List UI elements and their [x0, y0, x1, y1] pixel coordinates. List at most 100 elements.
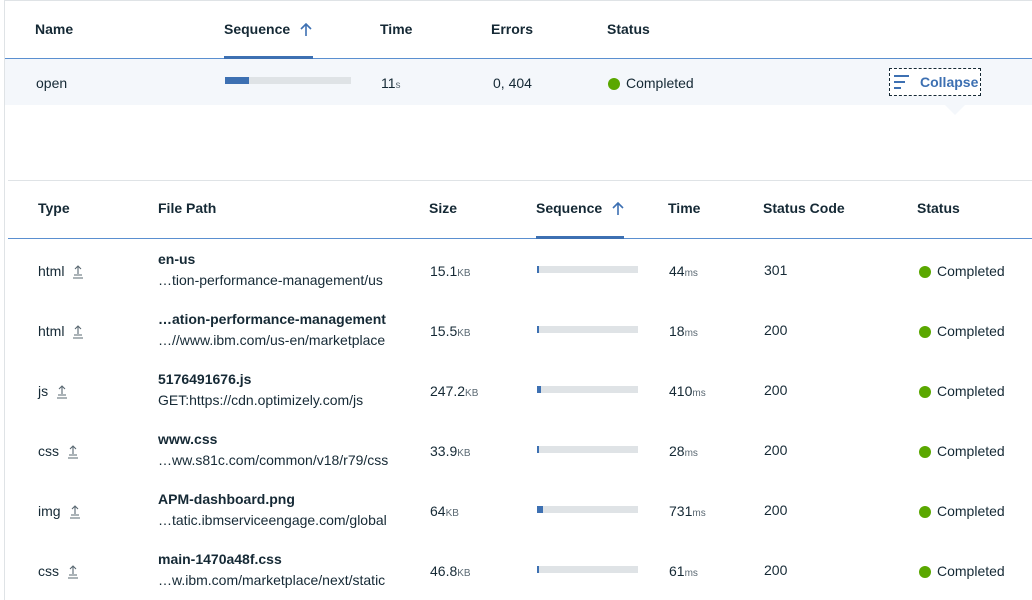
- status-dot: [919, 506, 931, 519]
- row-time: 11s: [381, 75, 401, 91]
- type-label: js: [38, 383, 49, 399]
- expanded-caret: [945, 105, 965, 115]
- column-header-sequence[interactable]: Sequence: [224, 1, 313, 59]
- column-header-status-code[interactable]: Status Code: [763, 200, 845, 216]
- status-cell: Completed: [919, 323, 1005, 339]
- status-code-cell: 200: [764, 382, 788, 398]
- status-dot: [608, 78, 620, 91]
- column-header-sequence-label: Sequence: [224, 21, 291, 37]
- resource-table-header: Type File Path Size Sequence Time Status…: [8, 181, 1032, 239]
- top-table-header: Name Sequence Time Errors Status: [5, 1, 1032, 59]
- sequence-bar-fill: [225, 77, 249, 84]
- column-header-time[interactable]: Time: [380, 21, 412, 37]
- table-row[interactable]: css www.css …ww.s81c.com/common/v18/r79/…: [8, 419, 1032, 479]
- sequence-bar: [537, 386, 638, 393]
- column-header-type[interactable]: Type: [38, 200, 70, 216]
- collapse-lines-icon: [894, 75, 909, 89]
- status-dot: [919, 266, 931, 279]
- file-path-name[interactable]: en-us: [158, 251, 195, 267]
- column-header-sequence-inner-label: Sequence: [536, 200, 603, 216]
- file-path-name[interactable]: APM-dashboard.png: [158, 491, 295, 507]
- results-panel: Name Sequence Time Errors Status open 11…: [4, 0, 1032, 600]
- collapse-button-label: Collapse: [920, 74, 979, 90]
- upload-icon[interactable]: [67, 445, 79, 459]
- time-cell: 44ms: [669, 263, 698, 279]
- table-row[interactable]: html en-us …tion-performance-management/…: [8, 239, 1032, 299]
- row-status: Completed: [608, 75, 694, 91]
- column-header-status[interactable]: Status: [607, 21, 650, 37]
- status-code-cell: 200: [764, 562, 788, 578]
- file-path-url: …//www.ibm.com/us-en/marketplace: [158, 332, 386, 348]
- sequence-bar-fill: [537, 506, 544, 513]
- time-cell: 28ms: [669, 443, 698, 459]
- table-row[interactable]: css main-1470a48f.css …w.ibm.com/marketp…: [8, 539, 1032, 599]
- table-row[interactable]: js 5176491676.js GET:https://cdn.optimiz…: [8, 359, 1032, 419]
- column-header-errors[interactable]: Errors: [491, 21, 533, 37]
- sequence-bar-fill: [537, 566, 540, 573]
- file-path-name[interactable]: …ation-performance-management: [158, 311, 386, 327]
- file-path-url: …tatic.ibmserviceengage.com/global: [158, 512, 387, 528]
- resource-table: Type File Path Size Sequence Time Status…: [8, 180, 1032, 600]
- time-cell: 410ms: [669, 383, 706, 399]
- upload-icon[interactable]: [69, 505, 81, 519]
- file-path-url: …w.ibm.com/marketplace/next/static: [158, 572, 386, 588]
- type-cell: js: [38, 383, 68, 399]
- column-header-size[interactable]: Size: [429, 200, 457, 216]
- status-code-cell: 200: [764, 322, 788, 338]
- time-cell: 18ms: [669, 323, 698, 339]
- upload-icon[interactable]: [72, 265, 84, 279]
- status-dot: [919, 326, 931, 339]
- file-path-name[interactable]: www.css: [158, 431, 217, 447]
- sequence-bar: [537, 446, 638, 453]
- size-cell: 46.8KB: [430, 563, 471, 579]
- table-row[interactable]: html …ation-performance-management …//ww…: [8, 299, 1032, 359]
- status-code-cell: 200: [764, 442, 788, 458]
- sequence-bar-fill: [537, 446, 540, 453]
- status-dot: [919, 446, 931, 459]
- arrow-up-icon: [300, 23, 312, 37]
- file-path-name[interactable]: 5176491676.js: [158, 371, 251, 387]
- status-dot: [919, 386, 931, 399]
- upload-icon[interactable]: [67, 565, 79, 579]
- row-errors: 0, 404: [493, 75, 532, 91]
- size-cell: 15.5KB: [430, 323, 471, 339]
- column-header-status-inner[interactable]: Status: [917, 200, 960, 216]
- type-cell: css: [38, 563, 79, 579]
- collapse-button[interactable]: Collapse: [889, 68, 981, 96]
- type-cell: html: [38, 323, 84, 339]
- time-cell: 731ms: [669, 503, 706, 519]
- file-path-url: …ww.s81c.com/common/v18/r79/css: [158, 452, 389, 468]
- sequence-bar: [225, 77, 351, 84]
- file-path-url: GET:https://cdn.optimizely.com/js: [158, 392, 364, 408]
- column-header-time-inner[interactable]: Time: [668, 200, 700, 216]
- type-cell: html: [38, 263, 84, 279]
- status-cell: Completed: [919, 503, 1005, 519]
- file-path-name[interactable]: main-1470a48f.css: [158, 551, 282, 567]
- table-row[interactable]: img APM-dashboard.png …tatic.ibmservicee…: [8, 479, 1032, 539]
- type-label: css: [38, 563, 59, 579]
- type-cell: css: [38, 443, 79, 459]
- type-label: html: [38, 323, 65, 339]
- file-path-url: …tion-performance-management/us: [158, 272, 383, 288]
- sequence-bar-fill: [537, 266, 540, 273]
- upload-icon[interactable]: [72, 325, 84, 339]
- sequence-bar: [537, 266, 638, 273]
- size-cell: 33.9KB: [430, 443, 471, 459]
- sequence-bar-fill: [537, 386, 542, 393]
- type-label: css: [38, 443, 59, 459]
- status-cell: Completed: [919, 263, 1005, 279]
- status-code-cell: 200: [764, 502, 788, 518]
- size-cell: 15.1KB: [430, 263, 471, 279]
- sequence-bar: [537, 566, 638, 573]
- status-dot: [919, 566, 931, 579]
- column-header-sequence-inner[interactable]: Sequence: [536, 181, 624, 239]
- upload-icon[interactable]: [56, 385, 68, 399]
- type-label: html: [38, 263, 65, 279]
- table-row-open[interactable]: open 11s 0, 404 Completed Collapse: [5, 59, 1032, 105]
- row-name: open: [36, 75, 68, 91]
- column-header-file-path[interactable]: File Path: [158, 200, 216, 216]
- column-header-name[interactable]: Name: [35, 21, 73, 37]
- status-cell: Completed: [919, 563, 1005, 579]
- arrow-up-icon: [612, 202, 624, 216]
- type-label: img: [38, 503, 61, 519]
